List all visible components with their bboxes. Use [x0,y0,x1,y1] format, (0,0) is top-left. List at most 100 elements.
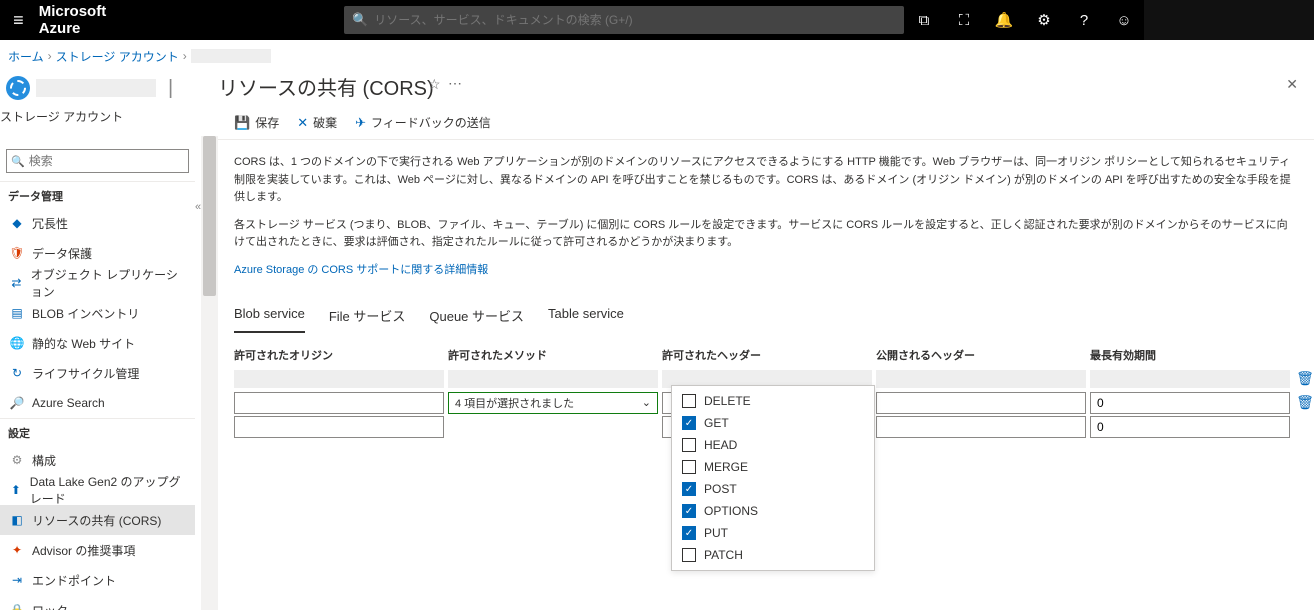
storage-account-icon [6,76,30,100]
hamburger-menu-icon[interactable]: ≡ [0,10,37,31]
checkbox-icon[interactable] [682,460,696,474]
max-age-input[interactable] [1090,416,1290,438]
top-nav-bar: ≡ Microsoft Azure 🔍 ⧉ ⛶ 🔔 ⚙ ? ☺ [0,0,1314,40]
method-option-label: OPTIONS [704,504,758,518]
breadcrumb-home[interactable]: ホーム [8,48,44,65]
sidebar-item-dlg2-upgrade[interactable]: ⬆Data Lake Gen2 のアップグレード [0,475,195,505]
max-age-input[interactable] [1090,392,1290,414]
method-option-get[interactable]: ✓GET [672,412,874,434]
sidebar-item-locks[interactable]: 🔒 ロック [0,595,195,610]
method-option-put[interactable]: ✓PUT [672,522,874,544]
breadcrumb-resource-name[interactable] [191,49,271,63]
sidebar-item-blob-inventory[interactable]: ▤BLOB インベントリ [0,298,195,328]
cloudshell-icon[interactable]: ⧉ [904,12,944,29]
max-age-value[interactable] [1090,370,1290,388]
sidebar-item-label: エンドポイント [32,572,116,589]
service-tabs: Blob service File サービス Queue サービス Table … [234,306,1298,333]
feedback-icon[interactable]: ☺ [1104,12,1144,29]
checkbox-icon[interactable]: ✓ [682,482,696,496]
tab-blob-service[interactable]: Blob service [234,306,305,333]
save-button-label: 保存 [255,114,279,131]
sidebar-item-label: 構成 [32,452,56,469]
allowed-origins-value[interactable] [234,370,444,388]
exposed-headers-value[interactable] [876,370,1086,388]
send-feedback-label: フィードバックの送信 [371,114,491,131]
sidebar-item-static-website[interactable]: 🌐 静的な Web サイト [0,328,195,358]
method-option-patch[interactable]: PATCH [672,544,874,566]
lock-icon: 🔒 [10,603,24,610]
chevron-right-icon: › [179,49,191,63]
allowed-origins-input[interactable] [234,392,444,414]
sidebar-item-endpoints[interactable]: ⇥エンドポイント [0,565,195,595]
send-feedback-button[interactable]: ✈ フィードバックの送信 [355,114,491,131]
col-exposed-headers: 公開されるヘッダー [876,347,1086,367]
sidebar-item-lifecycle[interactable]: ↻ライフサイクル管理 [0,358,195,388]
sidebar-scrollbar[interactable] [201,136,218,610]
dropdown-selected-text: 4 項目が選択されました [455,395,574,411]
method-option-head[interactable]: HEAD [672,434,874,456]
checkbox-icon[interactable]: ✓ [682,416,696,430]
tab-table-service[interactable]: Table service [548,306,624,333]
delete-rule-icon[interactable]: 🗑 [1294,394,1314,411]
exposed-headers-input[interactable] [876,416,1086,438]
checkbox-icon[interactable] [682,394,696,408]
method-option-merge[interactable]: MERGE [672,456,874,478]
search-icon: 🔍 [352,12,368,28]
notifications-icon[interactable]: 🔔 [984,11,1024,29]
checkbox-icon[interactable]: ✓ [682,504,696,518]
sidebar-item-advisor[interactable]: ✦Advisor の推奨事項 [0,535,195,565]
checkbox-icon[interactable]: ✓ [682,526,696,540]
sidebar-item-redundancy[interactable]: ◆冗長性 [0,208,195,238]
method-option-label: MERGE [704,460,748,474]
method-option-label: PATCH [704,548,743,562]
delete-rule-icon[interactable]: 🗑 [1294,370,1314,387]
checkbox-icon[interactable] [682,438,696,452]
directory-icon[interactable]: ⛶ [944,12,984,29]
sidebar-search[interactable]: 🔍 [6,149,189,173]
allowed-methods-dropdown[interactable]: 4 項目が選択されました ⌄ [448,392,658,414]
sidebar-item-label: オブジェクト レプリケーション [31,266,187,300]
allowed-origins-input[interactable] [234,416,444,438]
allowed-methods-value[interactable] [448,370,658,388]
sidebar-item-label: ロック [32,602,68,610]
user-account-area[interactable] [1144,0,1314,40]
sidebar-item-label: リソースの共有 (CORS) [32,512,161,529]
sidebar-item-configuration[interactable]: ⚙構成 [0,445,195,475]
close-blade-icon[interactable]: ✕ [1286,76,1298,93]
discard-button[interactable]: ✕破棄 [297,114,337,131]
sidebar-item-azure-search[interactable]: 🔎Azure Search [0,388,195,418]
col-allowed-headers: 許可されたヘッダー [662,347,872,367]
sidebar-item-object-replication[interactable]: ⇄オブジェクト レプリケーション [0,268,195,298]
tab-queue-service[interactable]: Queue サービス [429,306,524,333]
method-option-options[interactable]: ✓ OPTIONS [672,500,874,522]
feedback-icon: ✈ [355,115,366,131]
method-option-post[interactable]: ✓POST [672,478,874,500]
global-search[interactable]: 🔍 [344,6,904,34]
discard-button-label: 破棄 [313,114,337,131]
checkbox-icon[interactable] [682,548,696,562]
method-option-label: HEAD [704,438,737,452]
sidebar-item-data-protection[interactable]: 🛡データ保護 [0,238,195,268]
search-service-icon: 🔎 [10,396,24,410]
sidebar-group-data-mgmt: データ管理 [0,181,195,208]
global-search-input[interactable] [374,13,896,27]
resource-name [36,79,156,97]
sidebar-item-cors[interactable]: ◧リソースの共有 (CORS) [0,505,195,535]
sidebar-search-input[interactable] [29,154,184,168]
settings-icon[interactable]: ⚙ [1024,11,1064,29]
method-option-delete[interactable]: DELETE [672,390,874,412]
sidebar-item-label: ライフサイクル管理 [32,365,139,382]
separator: | [162,77,179,100]
scrollbar-thumb[interactable] [203,136,216,296]
globe-icon: 🌐 [10,336,24,350]
sidebar-item-label: 静的な Web サイト [32,335,135,352]
tab-file-service[interactable]: File サービス [329,306,406,333]
page-title: リソースの共有 (CORS) [218,72,434,101]
exposed-headers-input[interactable] [876,392,1086,414]
save-button[interactable]: 💾保存 [234,114,279,131]
breadcrumb-storage-accounts[interactable]: ストレージ アカウント [56,48,179,65]
help-icon[interactable]: ? [1064,12,1104,29]
favorite-star-icon[interactable]: ☆ [428,76,441,93]
cors-docs-link[interactable]: Azure Storage の CORS サポートに関する詳細情報 [234,264,488,276]
more-actions-icon[interactable]: ⋯ [448,75,463,92]
